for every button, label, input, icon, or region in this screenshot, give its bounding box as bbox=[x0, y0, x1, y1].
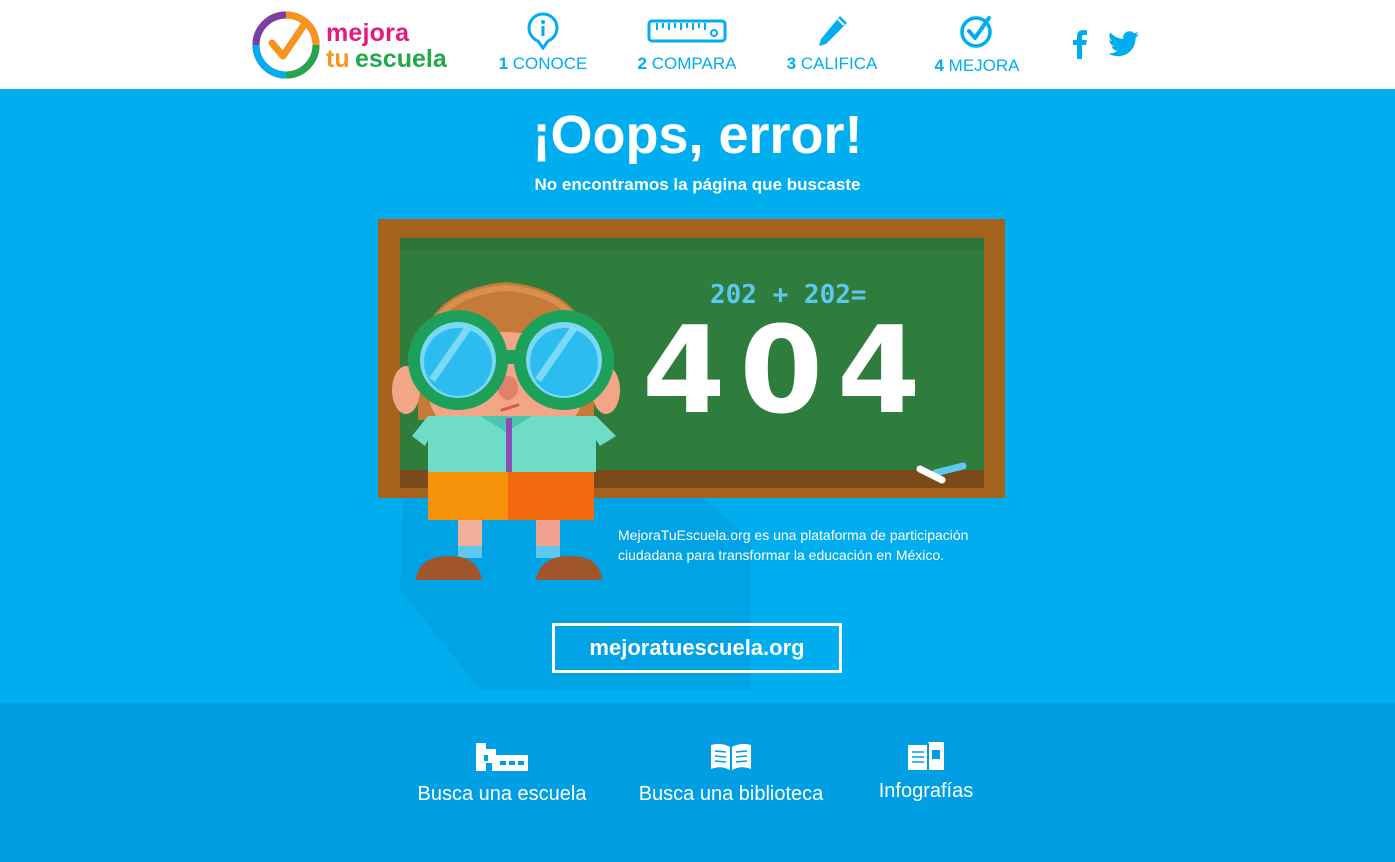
site-footer: Busca una escuela Busca una biblioteca I… bbox=[0, 703, 1395, 862]
nav-compara-label: COMPARA bbox=[651, 54, 737, 73]
info-pin-icon bbox=[527, 12, 559, 50]
site-header: mejora tu escuela 1 CONOCE 2 COMPARA 3 C… bbox=[0, 0, 1395, 89]
site-logo[interactable]: mejora tu escuela bbox=[252, 10, 462, 80]
school-icon bbox=[476, 743, 528, 771]
logo-check-icon bbox=[252, 11, 320, 79]
nav-compara[interactable]: 2 COMPARA bbox=[634, 12, 740, 80]
facebook-icon[interactable] bbox=[1072, 28, 1088, 60]
footer-link-escuela-label: Busca una escuela bbox=[417, 783, 587, 805]
site-description: MejoraTuEscuela.org es una plataforma de… bbox=[618, 525, 1018, 565]
footer-link-infografias-label: Infografías bbox=[878, 780, 974, 802]
open-book-icon bbox=[711, 743, 751, 770]
logo-word-tu: tu bbox=[326, 45, 350, 73]
twitter-icon[interactable] bbox=[1108, 30, 1140, 58]
nav-conoce[interactable]: 1 CONOCE bbox=[497, 12, 589, 80]
nav-conoce-number: 1 bbox=[498, 54, 509, 73]
chalk-404: 404 bbox=[642, 302, 935, 441]
nav-califica-label: CALIFICA bbox=[800, 54, 878, 73]
infographic-icon bbox=[908, 742, 944, 770]
nav-compara-number: 2 bbox=[637, 54, 648, 73]
nav-mejora-label: MEJORA bbox=[948, 56, 1020, 75]
footer-link-biblioteca[interactable]: Busca una biblioteca bbox=[628, 741, 834, 806]
error-404-illustration: 202 + 202= 404 bbox=[378, 219, 1005, 690]
footer-link-infografias[interactable]: Infografías bbox=[872, 741, 980, 803]
home-link-button[interactable]: mejoratuescuela.org bbox=[552, 623, 842, 673]
nav-mejora[interactable]: 4 MEJORA bbox=[933, 12, 1021, 80]
nav-conoce-label: CONOCE bbox=[512, 54, 588, 73]
nav-califica-number: 3 bbox=[786, 54, 797, 73]
page-title: ¡Oops, error! bbox=[532, 105, 863, 165]
logo-word-escuela: escuela bbox=[355, 45, 447, 73]
nav-mejora-number: 4 bbox=[934, 56, 944, 75]
logo-word-mejora: mejora bbox=[326, 19, 410, 47]
pencil-icon bbox=[819, 16, 847, 46]
check-circle-icon bbox=[960, 16, 992, 48]
description-line-1: MejoraTuEscuela.org es una plataforma de… bbox=[618, 527, 969, 543]
footer-link-biblioteca-label: Busca una biblioteca bbox=[638, 783, 824, 805]
footer-link-escuela[interactable]: Busca una escuela bbox=[410, 741, 594, 806]
description-line-2: ciudadana para transformar la educación … bbox=[618, 547, 945, 563]
page-subtitle: No encontramos la página que buscaste bbox=[534, 175, 861, 194]
ruler-icon bbox=[647, 19, 727, 43]
nav-califica[interactable]: 3 CALIFICA bbox=[785, 12, 879, 80]
